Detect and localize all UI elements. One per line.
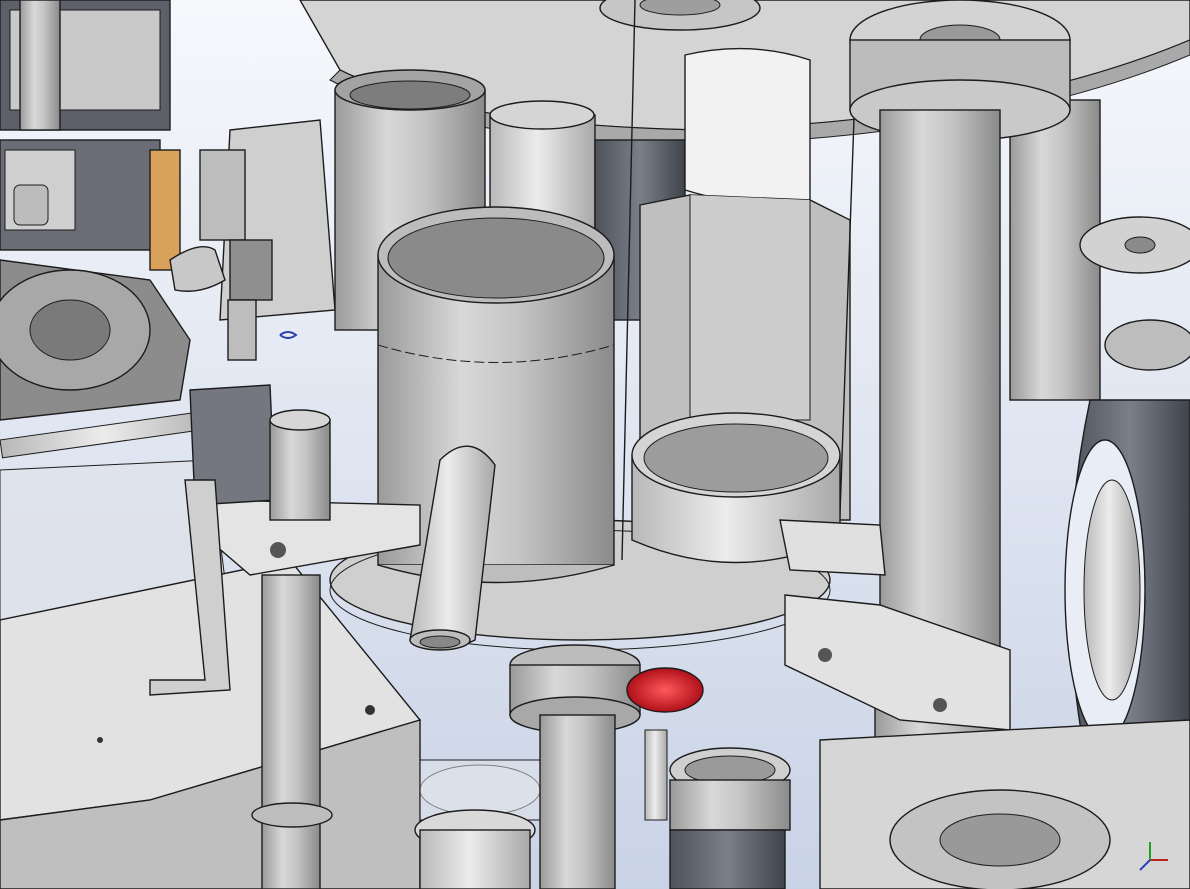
left-post-bottom bbox=[261, 574, 321, 889]
wood-board bbox=[149, 149, 181, 271]
perforated-drum bbox=[669, 779, 791, 831]
red-highlighted-part bbox=[626, 667, 704, 713]
left-vertical-rod bbox=[19, 0, 61, 131]
assembly-render[interactable] bbox=[0, 0, 1190, 889]
base-right[interactable] bbox=[819, 719, 1190, 889]
left-post-top bbox=[269, 419, 331, 521]
cad-3d-viewport[interactable] bbox=[0, 0, 1190, 889]
chute-hood bbox=[684, 47, 811, 205]
